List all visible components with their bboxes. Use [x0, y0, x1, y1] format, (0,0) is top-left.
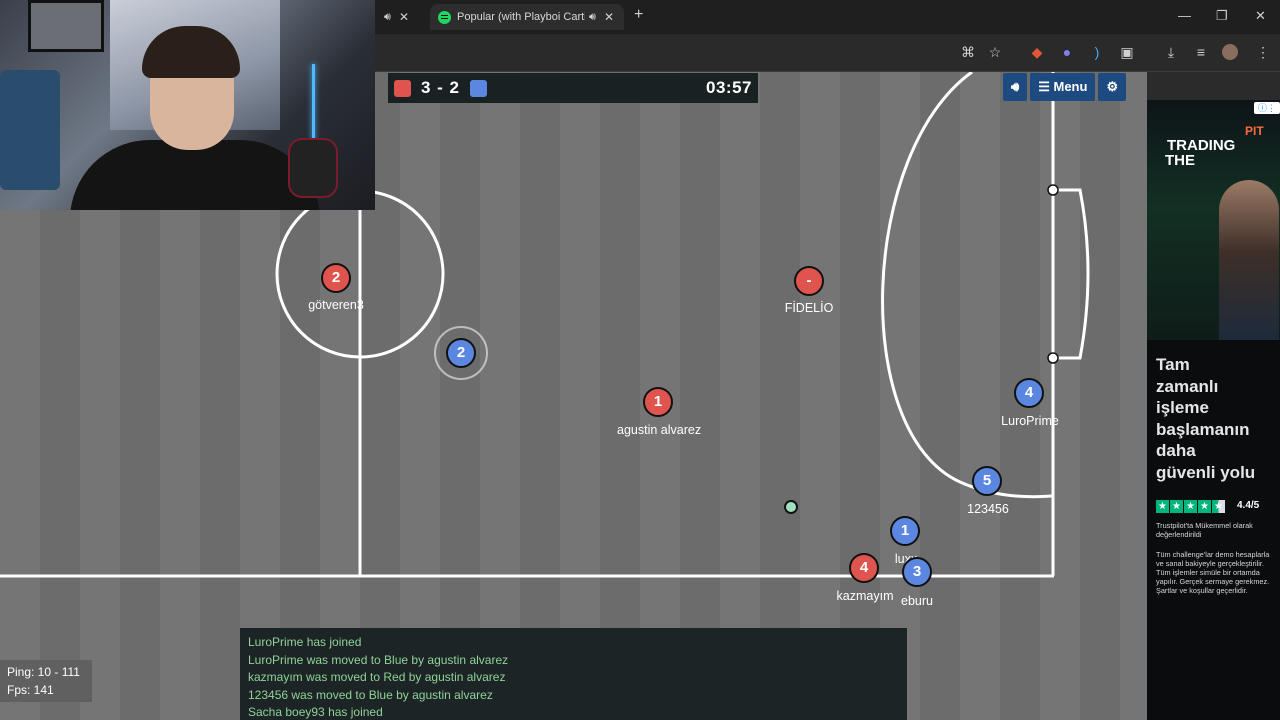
player-disc-blue: 1: [890, 516, 920, 546]
tab-close-icon[interactable]: ✕: [399, 10, 409, 24]
webcam-chair: [0, 70, 60, 190]
translate-icon[interactable]: ⌘: [960, 44, 976, 60]
webcam-person-body: [70, 140, 320, 210]
close-window-button[interactable]: ✕: [1255, 8, 1266, 24]
player-disc-red: 4: [849, 553, 879, 583]
ad-info-icon[interactable]: ⓘ⋮: [1254, 102, 1280, 114]
ad-disclaimer: Tüm challenge'lar demo hesaplarla ve san…: [1156, 550, 1270, 595]
more-menu-icon[interactable]: ⋮: [1255, 44, 1271, 60]
player-disc-red: 1: [643, 387, 673, 417]
ad-headline-line: işleme: [1156, 398, 1209, 417]
tab-spotify[interactable]: Popular (with Playboi Carti 🔊︎ ✕: [430, 4, 624, 30]
tab-close-icon[interactable]: ✕: [604, 10, 614, 24]
ad-headline-line: daha: [1156, 441, 1196, 460]
ball: [784, 500, 798, 514]
speaker-icon[interactable]: 🔊︎: [589, 11, 596, 24]
extension-sound-icon[interactable]: ): [1089, 44, 1105, 60]
star-icon: ★: [1156, 500, 1169, 513]
player-disc-blue: 3: [902, 557, 932, 587]
download-icon[interactable]: ⤓: [1163, 44, 1179, 60]
ad-headline-line: zamanlı: [1156, 376, 1219, 396]
chat-message: 123456 was moved to Blue by agustin alva…: [248, 687, 493, 702]
ad-title: TRADING THE: [1165, 138, 1277, 168]
scoreboard: 3 - 2 03:57: [388, 73, 758, 103]
player-disc-blue: 2: [446, 338, 476, 368]
chat-message: kazmayım was moved to Red by agustin alv…: [248, 670, 506, 685]
tab-inactive[interactable]: 🔊︎ ✕: [384, 4, 409, 30]
star-icon: ★: [1212, 500, 1225, 513]
player-name: 123456: [967, 502, 1009, 516]
player-disc-red: -: [794, 266, 824, 296]
ad-headline-line: Tam: [1156, 355, 1190, 374]
ad-title-line: THE: [1165, 152, 1195, 169]
ad-title-line: TRADING: [1167, 137, 1236, 154]
bookmark-star-icon[interactable]: ☆: [987, 44, 1003, 60]
fps-readout: Fps: 141: [7, 683, 54, 697]
ad-headline-line: güvenli yolu: [1156, 462, 1256, 482]
player-disc-blue: 4: [1014, 378, 1044, 408]
media-control-icon[interactable]: ≡: [1193, 44, 1209, 60]
spotify-icon: [438, 10, 451, 24]
chat-log[interactable]: LuroPrime has joined LuroPrime was moved…: [240, 628, 907, 720]
player-disc-red: 2: [321, 263, 351, 293]
menu-button[interactable]: ☰ Menu: [1030, 73, 1096, 101]
game-menu-bar: 🔊︎ ☰ Menu ⚙: [1003, 73, 1127, 101]
player-name: agustin alvarez: [617, 423, 701, 437]
game-timer: 03:57: [706, 78, 752, 97]
blue-team-square: [470, 79, 488, 97]
screen: 🔊︎ ✕ Popular (with Playboi Carti 🔊︎ ✕ + …: [0, 0, 1280, 720]
ad-headline-line: başlamanın: [1156, 419, 1250, 439]
ad-trust-text: Trustpilot'ta Mükemmel olarak değerlendi…: [1156, 521, 1253, 539]
player-disc-blue: 5: [972, 466, 1002, 496]
player-name: eburu: [901, 594, 933, 608]
extensions-puzzle-icon[interactable]: ▣: [1119, 44, 1135, 60]
ad-rating: 4.4/5: [1237, 500, 1260, 511]
webcam-microphone: [288, 138, 338, 198]
menu-label: Menu: [1053, 79, 1088, 94]
webcam-picture-frame: [28, 0, 104, 52]
chat-message: LuroPrime was moved to Blue by agustin a…: [248, 652, 509, 667]
gear-icon: ⚙: [1106, 79, 1119, 94]
red-team-square: [394, 79, 411, 97]
chat-message: Sacha boey93 has joined: [248, 705, 383, 720]
network-stats: Ping: 10 - 111 Fps: 141: [0, 660, 92, 702]
sound-button[interactable]: 🔊︎: [1003, 73, 1028, 101]
ad-headline: Tam zamanlı işleme başlamanın daha güven…: [1156, 354, 1278, 483]
ad-brand: PIT: [1245, 124, 1264, 138]
extension-game-icon[interactable]: ●: [1059, 44, 1075, 60]
speaker-icon: 🔊︎: [1011, 79, 1020, 94]
player-name: götveren3: [308, 298, 364, 312]
speaker-icon[interactable]: 🔊︎: [384, 11, 391, 24]
ping-readout: Ping: 10 - 111: [7, 665, 80, 679]
hamburger-icon: ☰: [1038, 79, 1054, 94]
player-name: FİDELİO: [784, 301, 834, 315]
tab-title: Popular (with Playboi Carti: [457, 11, 585, 23]
minimize-button[interactable]: —: [1178, 8, 1191, 23]
star-icon: ★: [1198, 500, 1211, 513]
player-name: kazmayım: [836, 589, 894, 603]
player-name: LuroPrime: [1001, 414, 1059, 428]
settings-button[interactable]: ⚙: [1098, 73, 1127, 101]
chat-message: LuroPrime has joined: [248, 635, 362, 649]
webcam-overlay: [0, 0, 375, 210]
new-tab-button[interactable]: +: [634, 6, 643, 24]
star-icon: ★: [1170, 500, 1183, 513]
extension-fox-icon[interactable]: ◆: [1029, 44, 1045, 60]
advertisement[interactable]: PIT TRADING THE Tam zamanlı işleme başla…: [1147, 100, 1280, 720]
ad-image: PIT TRADING THE: [1147, 100, 1280, 340]
ad-person-image: [1219, 180, 1279, 340]
maximize-button[interactable]: ❐: [1216, 8, 1228, 24]
trustpilot-stars: ★ ★ ★ ★ ★: [1156, 500, 1225, 513]
star-icon: ★: [1184, 500, 1197, 513]
profile-avatar[interactable]: [1222, 44, 1238, 60]
score: 3 - 2: [421, 78, 461, 97]
